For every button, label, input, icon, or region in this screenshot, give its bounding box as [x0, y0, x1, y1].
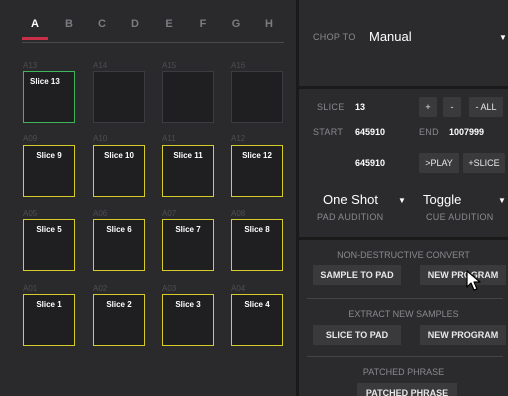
- sample-to-pad-button[interactable]: SAMPLE TO PAD: [313, 265, 401, 285]
- bank-tab-d[interactable]: D: [120, 18, 150, 30]
- pad-audition-dropdown[interactable]: One Shot: [323, 192, 378, 207]
- chop-mode-dropdown[interactable]: Manual: [369, 29, 412, 44]
- patched-phrase-button[interactable]: PATCHED PHRASE: [357, 383, 457, 396]
- pad-label: Slice 11: [173, 151, 203, 160]
- bank-tabs: A B C D E F G H: [22, 18, 284, 43]
- section-separator: [307, 356, 503, 357]
- pad-a01[interactable]: Slice 1: [23, 294, 75, 346]
- pad-id: A16: [231, 61, 246, 70]
- pad-label: Slice 1: [36, 300, 62, 309]
- add-slice-button[interactable]: +SLICE: [463, 153, 505, 173]
- slice-minus-button[interactable]: -: [443, 97, 461, 117]
- pad-a03[interactable]: Slice 3: [162, 294, 214, 346]
- pad-a02[interactable]: Slice 2: [93, 294, 145, 346]
- bank-tab-b[interactable]: B: [54, 18, 84, 30]
- pad-label: Slice 4: [244, 300, 270, 309]
- pad-a14[interactable]: [93, 71, 145, 123]
- pad-id: A15: [162, 61, 177, 70]
- slice-to-pad-button[interactable]: SLICE TO PAD: [313, 325, 401, 345]
- pad-a07[interactable]: Slice 7: [162, 219, 214, 271]
- bank-tab-g[interactable]: G: [221, 18, 251, 30]
- cue-audition-label: CUE AUDITION: [426, 212, 494, 222]
- pad-id: A14: [93, 61, 108, 70]
- phrase-heading: PATCHED PHRASE: [362, 367, 445, 377]
- pad-label: Slice 3: [175, 300, 201, 309]
- chevron-down-icon: ▼: [499, 33, 507, 42]
- position-field[interactable]: 645910: [355, 158, 385, 168]
- pad-id: A09: [23, 134, 38, 143]
- pad-id: A07: [162, 209, 177, 218]
- pad-id: A12: [231, 134, 246, 143]
- bank-tab-label: A: [31, 18, 39, 30]
- pad-id: A10: [93, 134, 108, 143]
- end-label: END: [419, 127, 439, 137]
- pad-id: A08: [231, 209, 246, 218]
- pad-audition-label: PAD AUDITION: [317, 212, 384, 222]
- pad-a11[interactable]: Slice 11: [162, 145, 214, 197]
- pad-id: A01: [23, 284, 38, 293]
- section-separator: [307, 298, 503, 299]
- section-divider: [299, 237, 508, 240]
- pad-label: Slice 12: [242, 151, 272, 160]
- start-label: START: [313, 127, 344, 137]
- pad-a15[interactable]: [162, 71, 214, 123]
- slice-section: SLICE 13 + - - ALL START 645910 END 1007…: [299, 89, 508, 237]
- chop-to-label: CHOP TO: [313, 32, 356, 42]
- cue-audition-dropdown[interactable]: Toggle: [423, 192, 461, 207]
- pad-a06[interactable]: Slice 6: [93, 219, 145, 271]
- pad-label: Slice 7: [175, 225, 201, 234]
- bank-tab-e[interactable]: E: [154, 18, 184, 30]
- chevron-down-icon: ▼: [498, 196, 506, 205]
- pad-a09[interactable]: Slice 9: [23, 145, 75, 197]
- pad-a16[interactable]: [231, 71, 283, 123]
- pad-panel: A B C D E F G H A13 A14 A15 A16 Slice 13…: [0, 0, 299, 396]
- active-bank-indicator: [22, 37, 48, 40]
- pad-a13[interactable]: Slice 13: [23, 71, 75, 123]
- pad-label: Slice 8: [244, 225, 270, 234]
- pad-label: Slice 13: [30, 77, 60, 86]
- pad-id: A11: [162, 134, 176, 143]
- pad-id: A05: [23, 209, 38, 218]
- pad-label: Slice 9: [36, 151, 62, 160]
- pad-a10[interactable]: Slice 10: [93, 145, 145, 197]
- pad-id: A13: [23, 61, 38, 70]
- slice-plus-button[interactable]: +: [419, 97, 437, 117]
- mouse-cursor-icon: [466, 270, 481, 291]
- pad-a05[interactable]: Slice 5: [23, 219, 75, 271]
- end-field[interactable]: 1007999: [449, 127, 484, 137]
- bank-tab-a[interactable]: A: [20, 18, 50, 40]
- start-field[interactable]: 645910: [355, 127, 385, 137]
- pad-id: A02: [93, 284, 108, 293]
- pad-a12[interactable]: Slice 12: [231, 145, 283, 197]
- chevron-down-icon: ▼: [398, 196, 406, 205]
- pad-label: Slice 2: [106, 300, 132, 309]
- pad-id: A04: [231, 284, 246, 293]
- pad-label: Slice 10: [104, 151, 134, 160]
- bank-tab-f[interactable]: F: [188, 18, 218, 30]
- pad-id: A03: [162, 284, 177, 293]
- pad-id: A06: [93, 209, 108, 218]
- convert-heading: NON-DESTRUCTIVE CONVERT: [337, 250, 470, 260]
- slice-label: SLICE: [317, 102, 345, 112]
- extract-new-program-button[interactable]: NEW PROGRAM: [420, 325, 506, 345]
- chop-settings-panel: CHOP TO Manual ▼ SLICE 13 + - - ALL STAR…: [299, 0, 508, 396]
- play-button[interactable]: >PLAY: [419, 153, 459, 173]
- pad-label: Slice 5: [36, 225, 62, 234]
- chop-section: CHOP TO Manual ▼: [299, 0, 508, 86]
- bank-tab-h[interactable]: H: [254, 18, 284, 30]
- bank-tab-c[interactable]: C: [87, 18, 117, 30]
- pad-a04[interactable]: Slice 4: [231, 294, 283, 346]
- extract-heading: EXTRACT NEW SAMPLES: [348, 309, 459, 319]
- pad-a08[interactable]: Slice 8: [231, 219, 283, 271]
- remove-all-slices-button[interactable]: - ALL: [469, 97, 503, 117]
- pad-label: Slice 6: [106, 225, 132, 234]
- slice-number-field[interactable]: 13: [355, 102, 365, 112]
- new-program-button[interactable]: NEW PROGRAM: [420, 265, 506, 285]
